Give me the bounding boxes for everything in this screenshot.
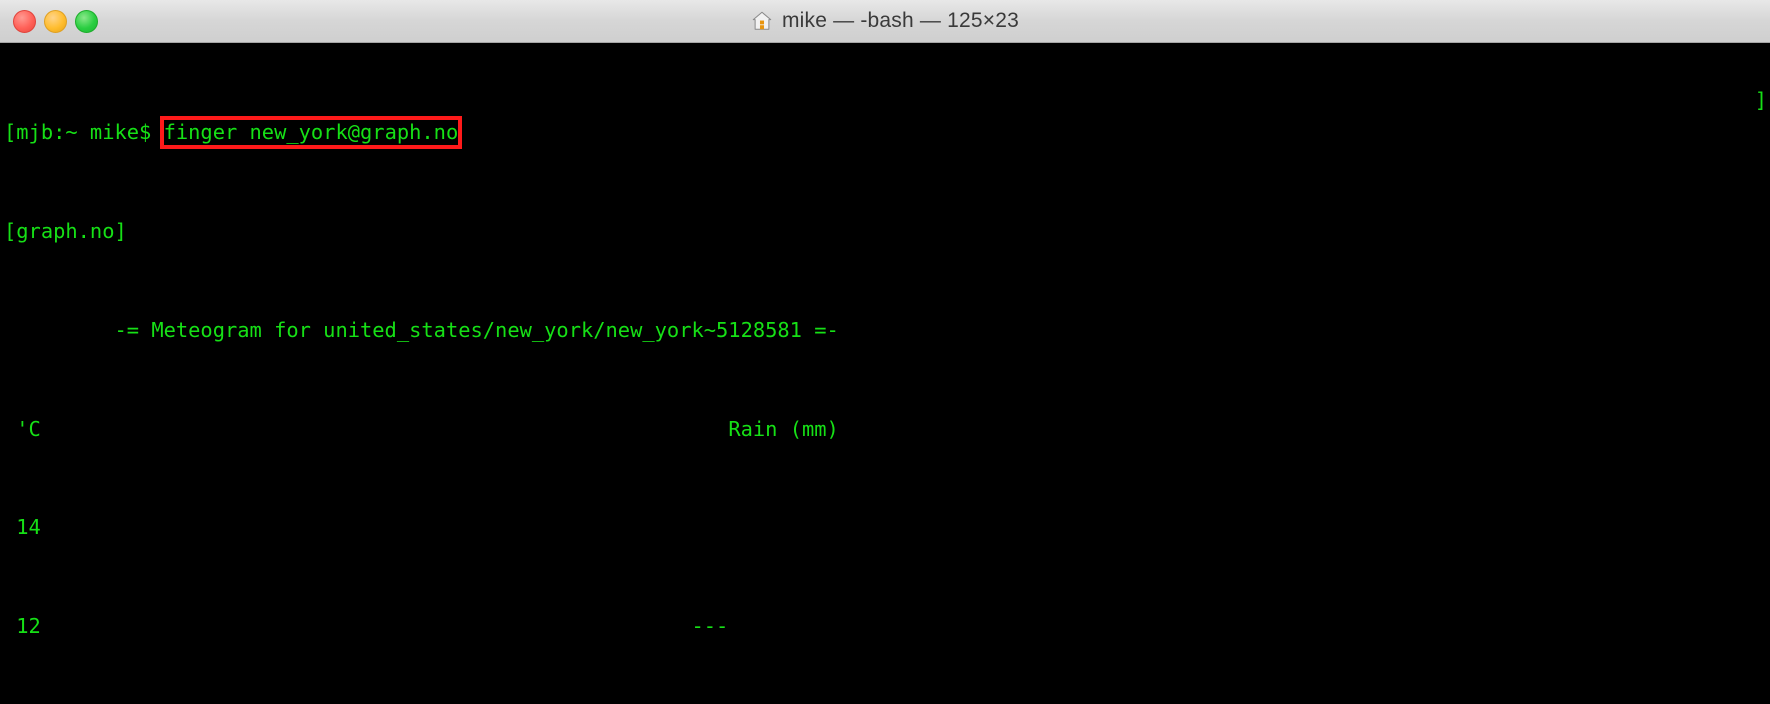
window-title: mike — -bash — 125×23 xyxy=(781,9,1020,32)
traffic-light-group xyxy=(13,9,98,33)
right-edge-bracket: ] xyxy=(1754,88,1767,112)
left-axis-unit: 'C xyxy=(4,416,41,441)
server-banner-line: [graph.no] xyxy=(4,218,127,243)
axis-label-12: 12 xyxy=(4,614,41,639)
units-line: 'C Rain (mm) xyxy=(4,417,1770,442)
terminal-content-area[interactable]: [mjb:~ mike$ finger new_york@graph.no [g… xyxy=(0,43,1770,704)
terminal-output: [mjb:~ mike$ finger new_york@graph.no [g… xyxy=(4,46,1770,704)
graph-row-14: 14 xyxy=(4,515,1770,540)
meteogram-header-line: -= Meteogram for united_states/new_york/… xyxy=(4,317,839,342)
right-axis-unit: Rain (mm) xyxy=(728,416,839,441)
highlighted-command[interactable]: finger new_york@graph.no xyxy=(159,116,463,149)
window-title-group: mike — -bash — 125×23 xyxy=(0,0,1770,42)
close-button[interactable] xyxy=(13,9,36,33)
axis-label-14: 14 xyxy=(4,515,41,540)
shell-prompt: [mjb:~ mike$ xyxy=(4,120,164,145)
graph-row-12: 12 --- xyxy=(4,614,1770,639)
terminal-window: mike — -bash — 125×23 [mjb:~ mike$ finge… xyxy=(0,0,1770,704)
plot-data-12: --- xyxy=(40,614,729,639)
prompt-command-line: [mjb:~ mike$ finger new_york@graph.no xyxy=(4,116,1770,149)
maximize-button[interactable] xyxy=(75,9,98,33)
minimize-button[interactable] xyxy=(44,9,67,33)
window-titlebar[interactable]: mike — -bash — 125×23 xyxy=(0,0,1770,43)
units-spacer xyxy=(41,417,728,441)
home-icon xyxy=(752,11,772,30)
